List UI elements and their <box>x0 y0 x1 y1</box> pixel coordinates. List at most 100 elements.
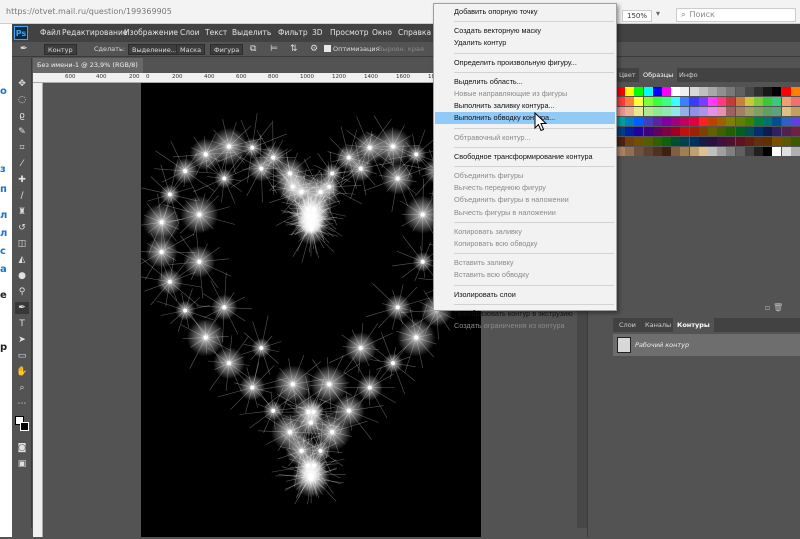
tab-channels[interactable]: Каналы <box>641 318 675 332</box>
swatch[interactable] <box>653 147 662 156</box>
swatch[interactable] <box>754 117 763 126</box>
align-edges-checkbox[interactable]: Выровн. края <box>378 44 424 55</box>
swatch[interactable] <box>662 87 671 96</box>
swatch[interactable] <box>671 107 680 116</box>
swatch[interactable] <box>653 127 662 136</box>
crop-tool-icon[interactable]: ⌗ <box>15 142 29 154</box>
swatch[interactable] <box>726 147 735 156</box>
swatch[interactable] <box>634 97 643 106</box>
swatch[interactable] <box>680 107 689 116</box>
swatch[interactable] <box>745 107 754 116</box>
context-menu-item[interactable]: Изолировать слои <box>435 289 615 301</box>
edit-toolbar-icon[interactable]: ⋯ <box>15 398 29 410</box>
swatch[interactable] <box>763 137 772 146</box>
context-menu-item[interactable]: Свободное трансформирование контура <box>435 151 615 163</box>
swatch[interactable] <box>680 117 689 126</box>
swatch[interactable] <box>671 117 680 126</box>
chevron-down-icon[interactable]: ▾ <box>656 9 660 18</box>
swatch[interactable] <box>772 107 781 116</box>
swatch[interactable] <box>717 147 726 156</box>
swatch[interactable] <box>644 147 653 156</box>
swatch[interactable] <box>699 147 708 156</box>
swatch[interactable] <box>644 97 653 106</box>
swatch[interactable] <box>736 137 745 146</box>
swatch[interactable] <box>625 127 634 136</box>
swatch[interactable] <box>726 97 735 106</box>
swatch[interactable] <box>699 117 708 126</box>
swatch[interactable] <box>708 87 717 96</box>
swatch[interactable] <box>634 107 643 116</box>
swatch[interactable] <box>680 97 689 106</box>
new-swatch-icon[interactable]: ▫ 🗑 <box>765 303 783 312</box>
swatch[interactable] <box>653 137 662 146</box>
search-input[interactable]: ⌕Поиск <box>676 8 796 22</box>
swatch[interactable] <box>726 117 735 126</box>
swatch[interactable] <box>634 147 643 156</box>
swatch[interactable] <box>644 137 653 146</box>
swatch[interactable] <box>763 117 772 126</box>
menu-filter[interactable]: Фильтр <box>278 28 308 37</box>
hand-tool-icon[interactable]: ✋ <box>15 366 29 378</box>
swatch[interactable] <box>754 147 763 156</box>
move-tool-icon[interactable]: ✥ <box>15 78 29 90</box>
swatch[interactable] <box>782 117 791 126</box>
menu-select[interactable]: Выделить <box>232 28 271 37</box>
menu-window[interactable]: Окно <box>372 28 392 37</box>
swatch[interactable] <box>708 137 717 146</box>
swatch[interactable] <box>680 137 689 146</box>
swatch[interactable] <box>745 97 754 106</box>
swatch[interactable] <box>717 137 726 146</box>
tab-swatches[interactable]: Образцы <box>639 68 677 82</box>
swatch[interactable] <box>671 87 680 96</box>
swatch[interactable] <box>772 117 781 126</box>
context-menu-item[interactable]: Определить произвольную фигуру... <box>435 57 615 69</box>
type-tool-icon[interactable]: T <box>15 318 29 330</box>
swatch[interactable] <box>782 147 791 156</box>
optimize-checkbox[interactable]: Оптимизация <box>324 44 380 55</box>
swatch[interactable] <box>754 127 763 136</box>
path-arrangement-icon[interactable]: ⇅ <box>290 44 298 55</box>
menu-layers[interactable]: Слои <box>180 28 200 37</box>
swatch[interactable] <box>616 87 625 96</box>
eraser-tool-icon[interactable]: ◫ <box>15 238 29 250</box>
menu-file[interactable]: Файл <box>40 28 61 37</box>
swatch[interactable] <box>662 97 671 106</box>
swatch[interactable] <box>680 87 689 96</box>
swatch[interactable] <box>772 87 781 96</box>
swatch[interactable] <box>745 127 754 136</box>
tab-color[interactable]: Цвет <box>615 68 640 82</box>
swatch[interactable] <box>736 147 745 156</box>
swatch[interactable] <box>699 107 708 116</box>
swatch[interactable] <box>782 127 791 136</box>
swatch[interactable] <box>644 127 653 136</box>
marquee-tool-icon[interactable]: ◌ <box>15 94 29 106</box>
swatch[interactable] <box>745 87 754 96</box>
swatch[interactable] <box>662 117 671 126</box>
swatch[interactable] <box>653 117 662 126</box>
context-menu-item[interactable]: Выделить область... <box>435 76 615 88</box>
swatch[interactable] <box>699 127 708 136</box>
swatch[interactable] <box>772 127 781 136</box>
swatch[interactable] <box>680 127 689 136</box>
swatch[interactable] <box>791 117 800 126</box>
tool-mode-select[interactable]: Контур <box>44 44 77 55</box>
swatch[interactable] <box>736 127 745 136</box>
pen-tool-icon[interactable]: ✒ <box>15 302 29 314</box>
swatch[interactable] <box>736 97 745 106</box>
swatch[interactable] <box>763 107 772 116</box>
swatch[interactable] <box>772 147 781 156</box>
context-menu-item[interactable]: Преобразовать контур в экструзию <box>435 308 615 320</box>
quick-select-tool-icon[interactable]: ✎ <box>15 126 29 138</box>
path-operations-icon[interactable]: ⧉ <box>250 44 256 55</box>
menu-image[interactable]: Изображение <box>124 28 178 37</box>
tab-paths[interactable]: Контуры <box>673 318 714 332</box>
path-select-tool-icon[interactable]: ➤ <box>15 334 29 346</box>
swatch[interactable] <box>690 107 699 116</box>
swatch[interactable] <box>616 107 625 116</box>
history-brush-tool-icon[interactable]: ↺ <box>15 222 29 234</box>
swatch[interactable] <box>782 107 791 116</box>
gear-icon[interactable]: ⚙ <box>310 44 318 55</box>
swatch[interactable] <box>634 137 643 146</box>
blur-tool-icon[interactable]: ● <box>15 270 29 282</box>
swatch[interactable] <box>708 107 717 116</box>
